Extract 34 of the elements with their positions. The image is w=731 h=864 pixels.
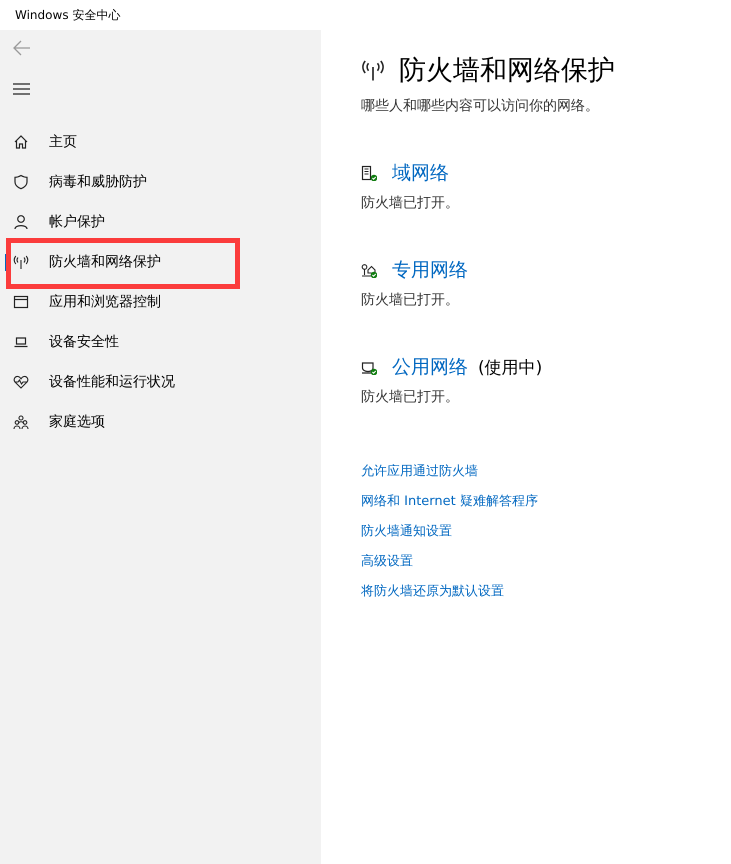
network-link[interactable]: 域网络	[392, 160, 449, 186]
sidebar-item[interactable]: 应用和浏览器控制	[0, 282, 321, 322]
sidebar-item[interactable]: 设备安全性	[0, 322, 321, 362]
network-link[interactable]: 公用网络	[392, 354, 468, 380]
sidebar-item[interactable]: 家庭选项	[0, 402, 321, 442]
firewall-status: 防火墙已打开。	[361, 388, 460, 406]
settings-link[interactable]: 网络和 Internet 疑难解答程序	[361, 492, 538, 510]
shield-icon	[13, 174, 29, 190]
sidebar-item[interactable]: 主页	[0, 122, 321, 162]
in-use-label: (使用中)	[478, 356, 542, 378]
home-icon	[13, 134, 29, 150]
heart-icon	[13, 374, 29, 390]
window-icon	[13, 294, 29, 310]
page-title: 防火墙和网络保护	[399, 54, 615, 88]
settings-link[interactable]: 高级设置	[361, 552, 413, 570]
antenna-icon	[13, 254, 29, 270]
settings-link[interactable]: 防火墙通知设置	[361, 522, 452, 540]
menu-icon[interactable]	[13, 83, 30, 95]
back-arrow-icon[interactable]	[12, 38, 32, 58]
antenna-icon	[361, 58, 385, 82]
house-icon	[361, 262, 377, 278]
sidebar-item[interactable]: 设备性能和运行状况	[0, 362, 321, 402]
sidebar-item[interactable]: 帐户保护	[0, 202, 321, 242]
firewall-status: 防火墙已打开。	[361, 194, 460, 212]
settings-link[interactable]: 允许应用通过防火墙	[361, 462, 478, 480]
network-link[interactable]: 专用网络	[392, 257, 468, 283]
settings-link[interactable]: 将防火墙还原为默认设置	[361, 582, 504, 600]
page-subtitle: 哪些人和哪些内容可以访问你的网络。	[361, 97, 600, 115]
family-icon	[13, 414, 29, 430]
building-icon	[361, 165, 377, 181]
sidebar-item[interactable]: 病毒和威胁防护	[0, 162, 321, 202]
person-icon	[13, 214, 29, 230]
sidebar-item[interactable]: 防火墙和网络保护	[0, 242, 321, 282]
firewall-status: 防火墙已打开。	[361, 291, 460, 309]
